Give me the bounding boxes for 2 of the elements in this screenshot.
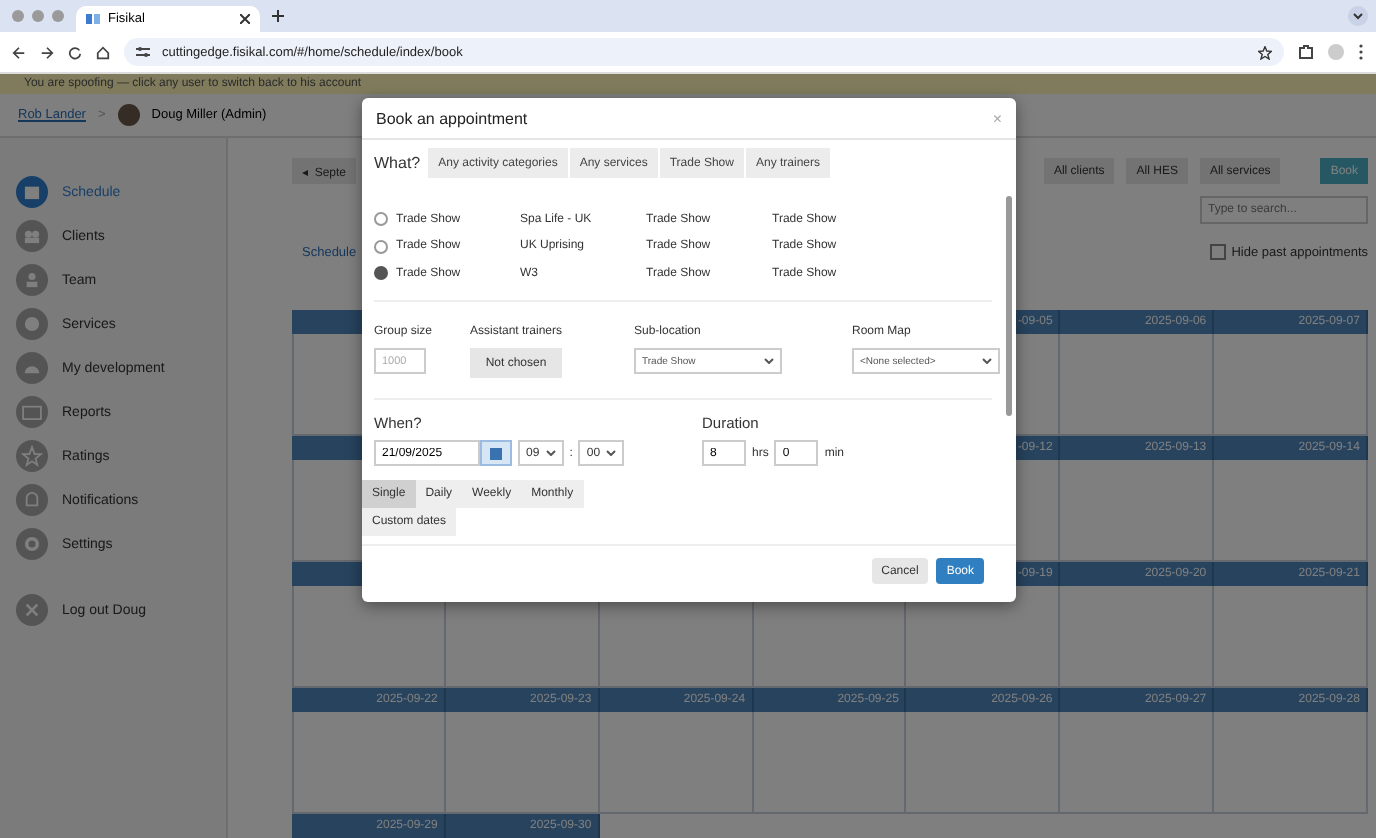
- what-label: What?: [374, 154, 421, 172]
- dialog-title: Book an appointment: [376, 109, 528, 127]
